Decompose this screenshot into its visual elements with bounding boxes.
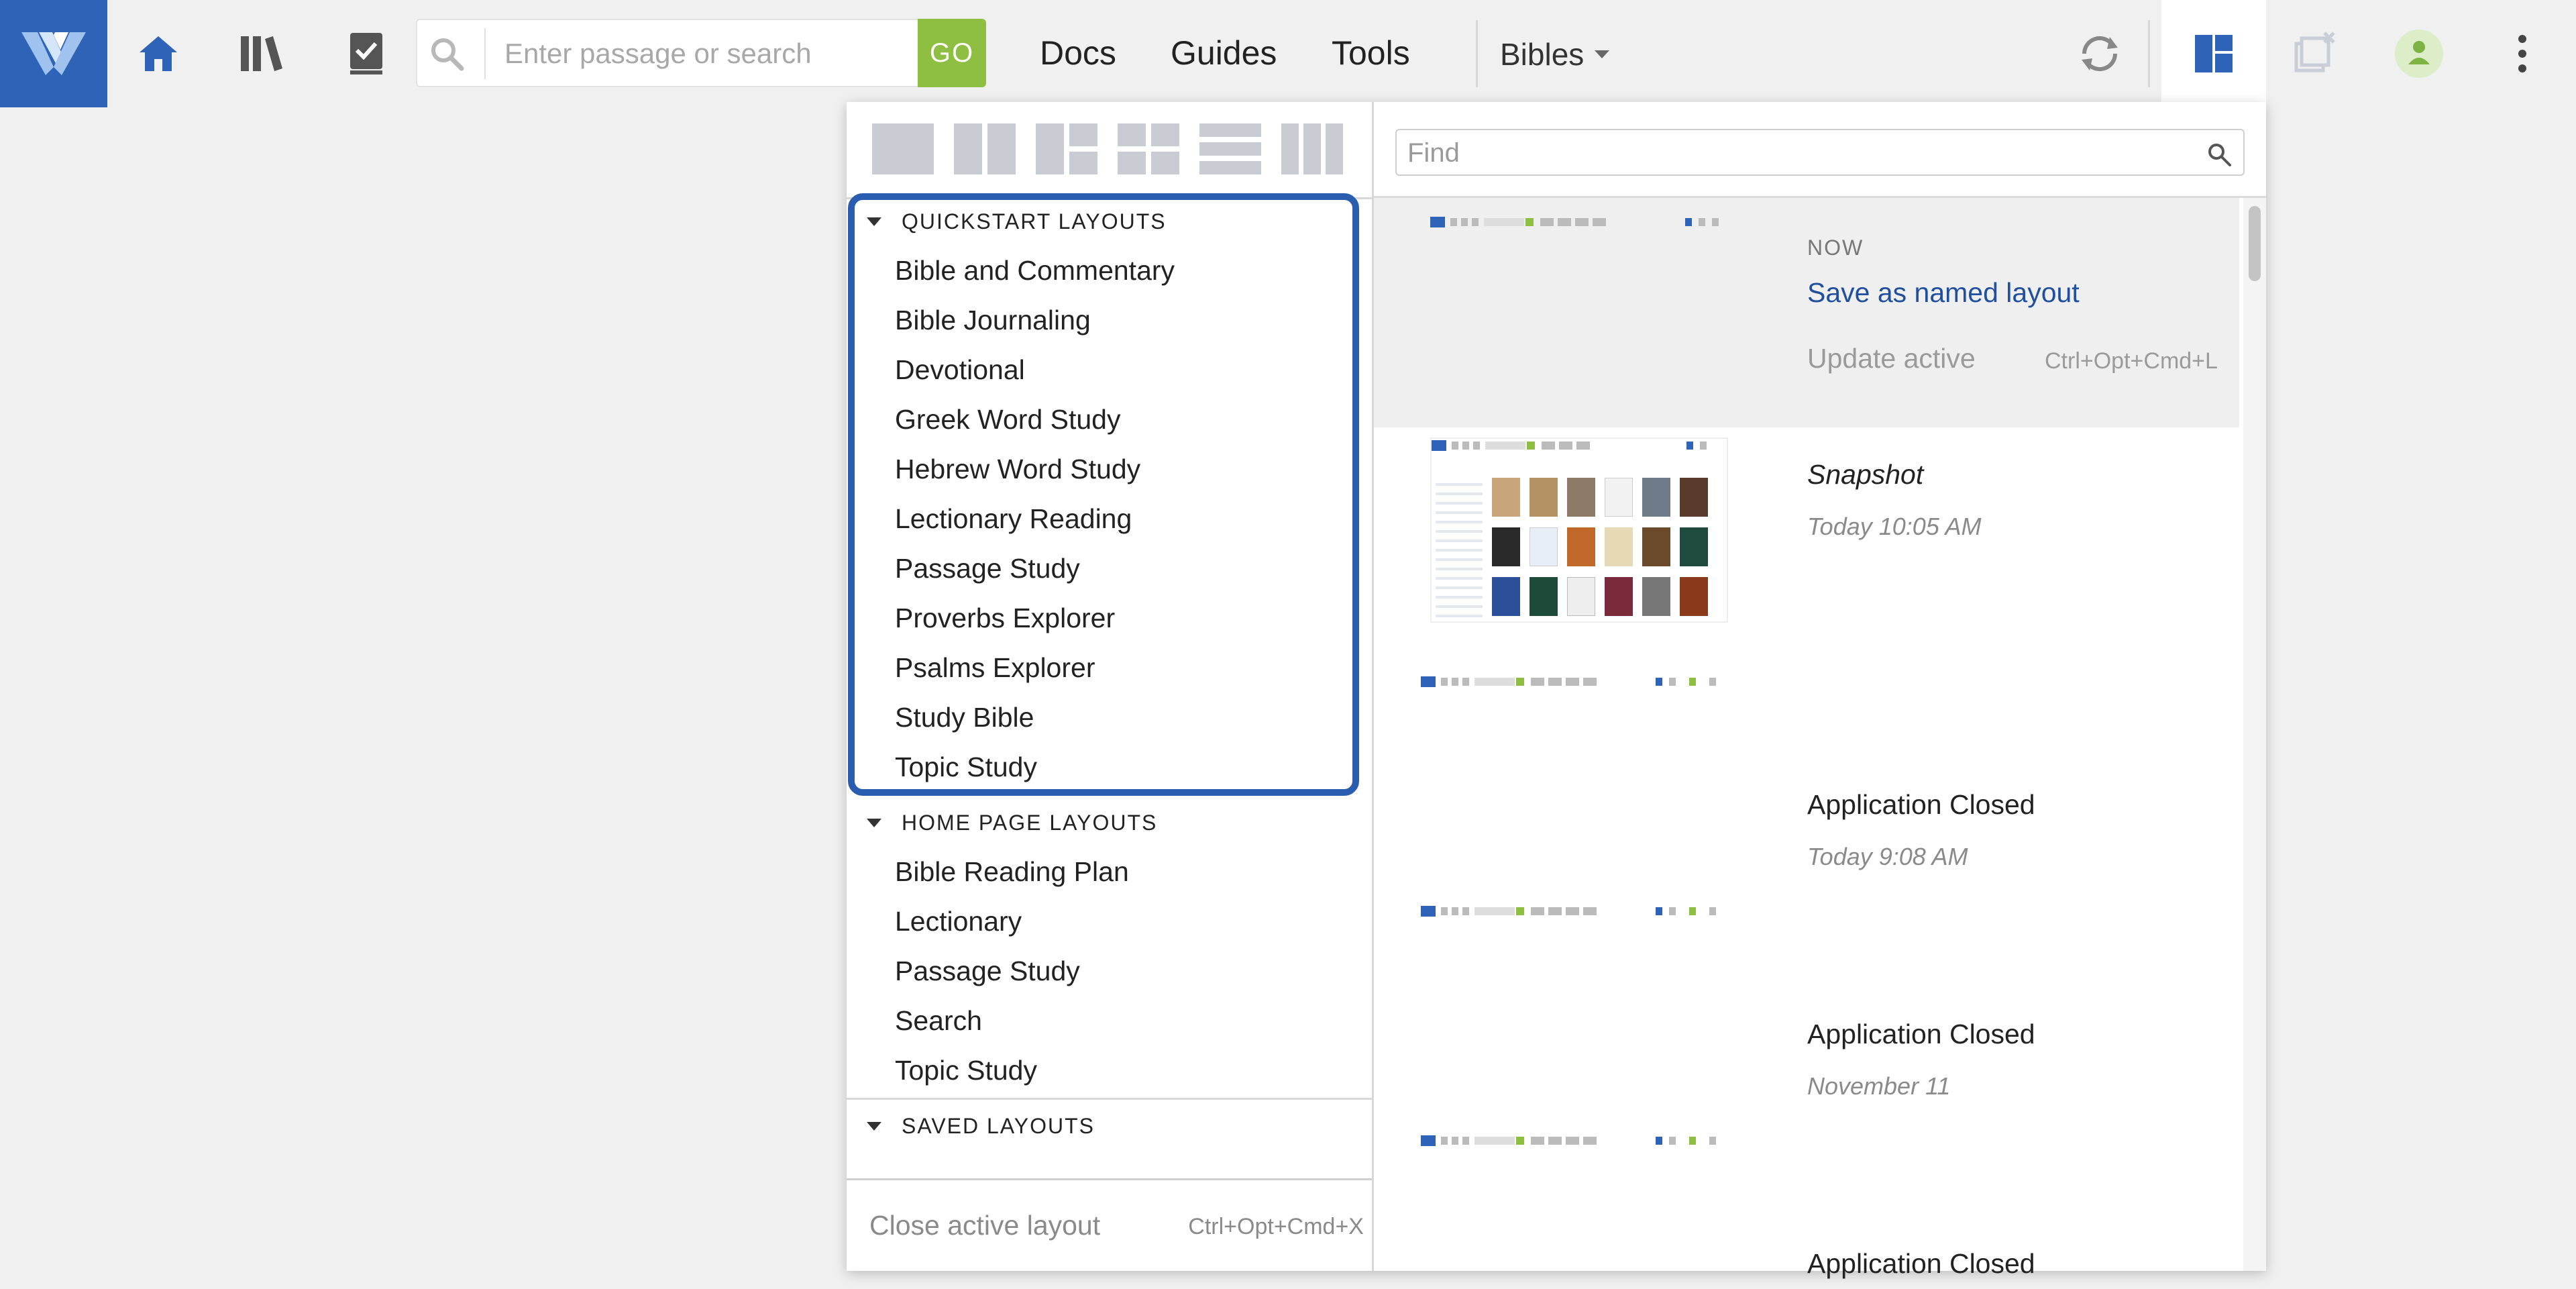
now-label: NOW — [1807, 236, 1864, 260]
history-date: Today 9:08 AM — [1807, 843, 1968, 870]
menu-docs[interactable]: Docs — [1040, 34, 1116, 72]
layout-two-column-icon[interactable] — [954, 123, 1016, 174]
section-saved-header[interactable]: SAVED LAYOUTS — [867, 1114, 1095, 1139]
history-title: Application Closed — [1807, 1019, 2035, 1049]
toolbar-divider — [1476, 20, 1478, 87]
bibles-dropdown[interactable]: Bibles — [1500, 36, 1610, 72]
menu-guides[interactable]: Guides — [1171, 34, 1277, 72]
search-icon — [431, 38, 464, 71]
collapse-triangle-icon — [867, 1122, 881, 1131]
layouts-button[interactable] — [2161, 0, 2266, 107]
layout-templates — [872, 123, 1343, 177]
layouts-icon — [2195, 35, 2233, 72]
history-entry[interactable]: Application Closed Today 9:08 AM — [1374, 658, 2239, 887]
more-vertical-icon[interactable] — [2496, 27, 2549, 81]
history-title: Snapshot — [1807, 459, 1924, 490]
layout-thumbnail — [1430, 437, 1728, 623]
layout-item[interactable]: Bible Reading Plan — [895, 856, 1129, 888]
layout-thumbnail — [1421, 675, 1733, 860]
find-input[interactable] — [1407, 134, 2186, 172]
chevron-down-icon — [1595, 50, 1610, 58]
history-date: Today 10:05 AM — [1807, 513, 1982, 540]
close-panels-icon[interactable] — [2289, 27, 2343, 81]
layout-thumbnail — [1421, 1134, 1733, 1255]
toolbar-divider-2 — [2148, 20, 2150, 87]
account-icon[interactable] — [2392, 27, 2446, 81]
bibles-label: Bibles — [1500, 37, 1585, 72]
layout-grid-icon[interactable] — [1118, 123, 1179, 174]
menu-tools[interactable]: Tools — [1332, 34, 1410, 72]
layout-rows-icon[interactable] — [1199, 123, 1261, 174]
layout-one-plus-two-icon[interactable] — [1036, 123, 1097, 174]
search-box: GO — [416, 19, 986, 87]
top-toolbar: GO Docs Guides Tools Bibles — [0, 0, 2576, 107]
scrollbar-thumb[interactable] — [2249, 206, 2261, 281]
layouts-panel: QUICKSTART LAYOUTS Bible and Commentary … — [847, 102, 2266, 1279]
update-active-shortcut: Ctrl+Opt+Cmd+L — [2045, 348, 2218, 374]
layouts-list: QUICKSTART LAYOUTS Bible and Commentary … — [847, 102, 1374, 1271]
section-home-page-header[interactable]: HOME PAGE LAYOUTS — [867, 811, 1157, 835]
history-entry[interactable]: Snapshot Today 10:05 AM — [1374, 428, 2239, 658]
highlight-box — [848, 193, 1359, 796]
search-input[interactable] — [504, 30, 894, 78]
history-entry[interactable]: Application Closed — [1374, 1117, 2239, 1279]
history-date: November 11 — [1807, 1072, 1951, 1100]
layout-item[interactable]: Search — [895, 1005, 982, 1037]
layout-item[interactable]: Lectionary — [895, 906, 1022, 937]
layout-thumbnail — [1430, 215, 1728, 401]
checklist-icon[interactable] — [339, 27, 393, 81]
logos-logo-icon[interactable] — [0, 0, 107, 107]
history-title: Application Closed — [1807, 1248, 2035, 1279]
go-button[interactable]: GO — [918, 19, 986, 87]
sync-icon[interactable] — [2073, 27, 2127, 81]
search-divider — [484, 28, 486, 79]
now-entry: NOW Save as named layout Update active C… — [1374, 198, 2239, 427]
layout-item[interactable]: Topic Study — [895, 1055, 1037, 1086]
search-icon[interactable] — [2206, 141, 2233, 168]
history-scrollbar[interactable] — [2243, 198, 2266, 1271]
layout-single-icon[interactable] — [872, 123, 934, 174]
update-active-button[interactable]: Update active — [1807, 343, 1976, 374]
history-entry[interactable]: Application Closed November 11 — [1374, 887, 2239, 1117]
history-title: Application Closed — [1807, 789, 2035, 820]
layout-thumbnail — [1421, 905, 1733, 1090]
home-icon[interactable] — [131, 27, 185, 81]
layout-item[interactable]: Passage Study — [895, 956, 1080, 987]
collapse-triangle-icon — [867, 819, 881, 827]
library-icon[interactable] — [235, 27, 288, 81]
save-as-named-layout-link[interactable]: Save as named layout — [1807, 277, 2080, 309]
layout-three-column-icon[interactable] — [1281, 123, 1343, 174]
layout-history: NOW Save as named layout Update active C… — [1374, 102, 2266, 1279]
find-box — [1395, 129, 2245, 176]
